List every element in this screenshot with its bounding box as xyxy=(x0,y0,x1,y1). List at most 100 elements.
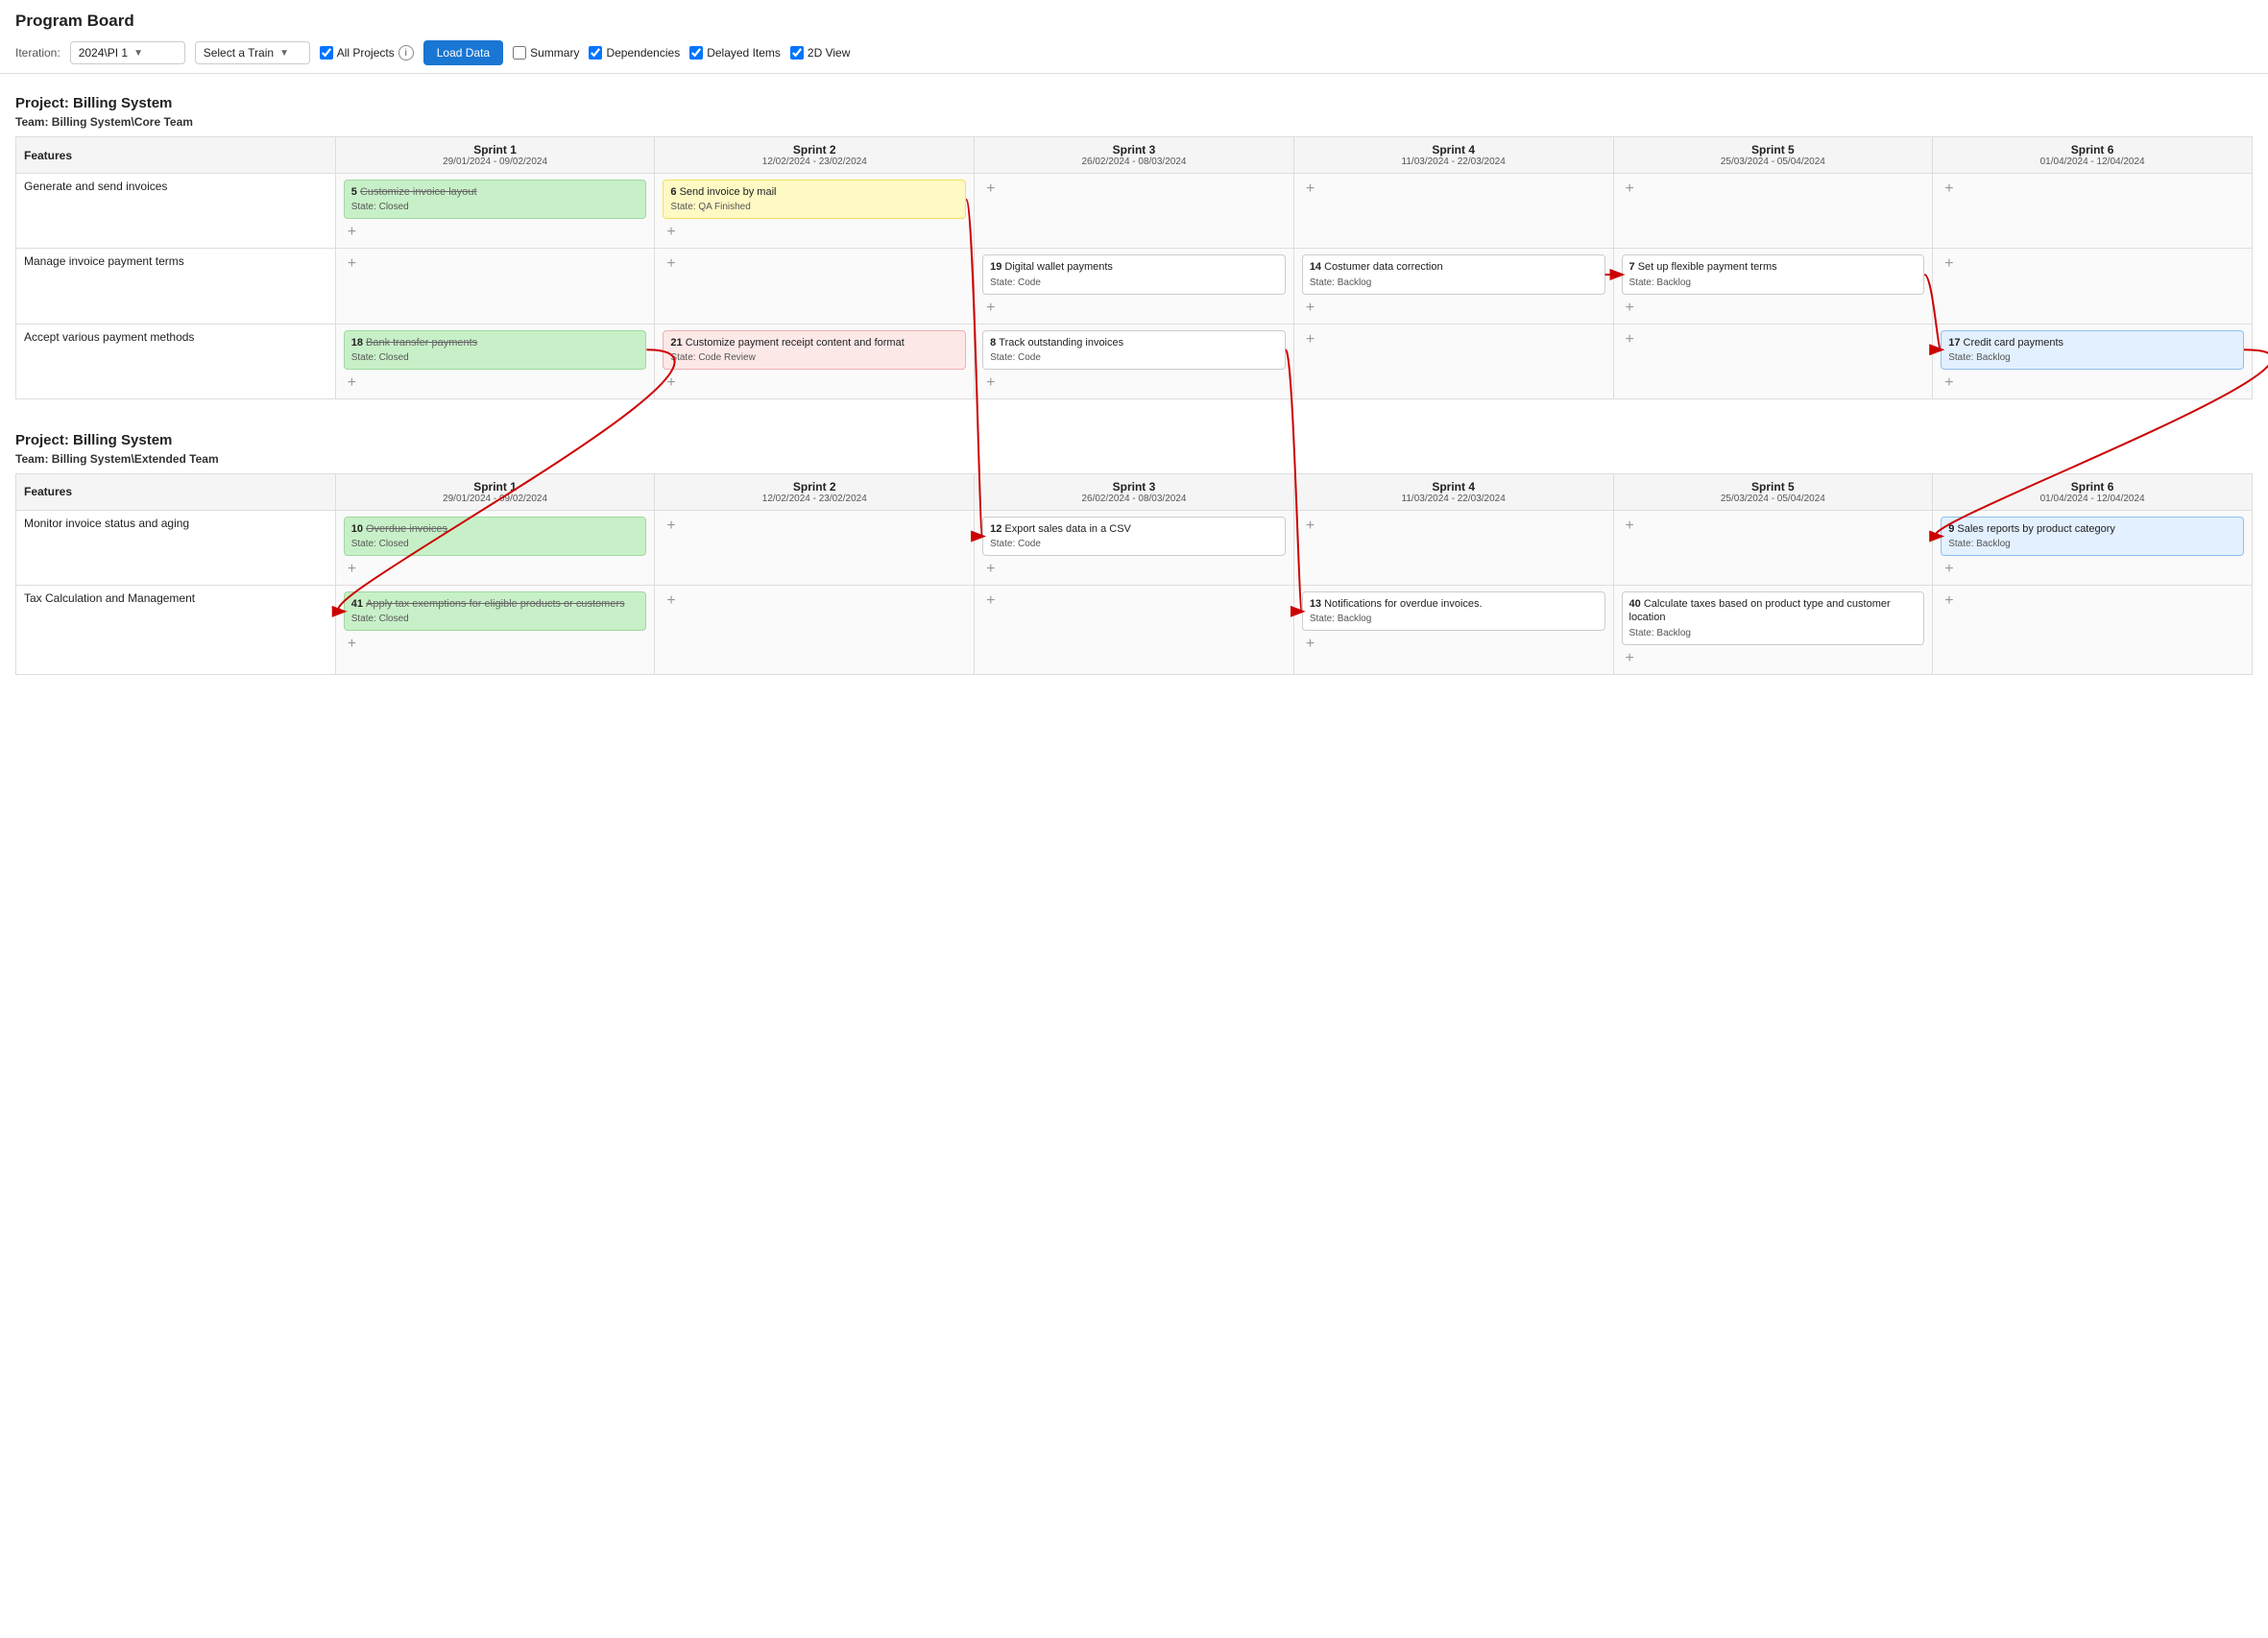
card-10-title: Overdue invoices xyxy=(366,523,447,535)
cell-accept-s1: 18 Bank transfer payments State: Closed … xyxy=(335,324,655,398)
add-card-accept-s2[interactable]: + xyxy=(663,373,679,393)
add-card-monitor-s4[interactable]: + xyxy=(1302,517,1318,536)
train-dropdown[interactable]: Select a Train ▼ xyxy=(195,41,310,64)
add-card-generate-s6[interactable]: + xyxy=(1941,180,1957,199)
add-card-accept-s5[interactable]: + xyxy=(1622,330,1638,349)
card-7[interactable]: 7 Set up flexible payment terms State: B… xyxy=(1622,254,1925,294)
card-19-state: State: Code xyxy=(990,277,1278,289)
cell-accept-s4: + xyxy=(1293,324,1613,398)
card-9-title: Sales reports by product category xyxy=(1957,523,2114,535)
all-projects-checkbox[interactable] xyxy=(320,46,333,60)
all-projects-info-icon[interactable]: i xyxy=(398,45,414,60)
board: Project: Billing System Team: Billing Sy… xyxy=(0,74,2268,687)
add-card-tax-s3[interactable]: + xyxy=(982,591,999,611)
delayed-items-checkbox[interactable] xyxy=(689,46,703,60)
cell-monitor-s1: 10 Overdue invoices State: Closed + xyxy=(335,510,655,585)
dependencies-checkbox-item: Dependencies xyxy=(589,46,680,60)
summary-checkbox[interactable] xyxy=(513,46,526,60)
add-card-manage-s4[interactable]: + xyxy=(1302,299,1318,318)
features-header-2: Features xyxy=(16,473,336,510)
add-card-manage-s3[interactable]: + xyxy=(982,299,999,318)
iteration-dropdown[interactable]: 2024\PI 1 ▼ xyxy=(70,41,185,64)
2d-view-checkbox-item: 2D View xyxy=(790,46,850,60)
add-card-monitor-s2[interactable]: + xyxy=(663,517,679,536)
card-10[interactable]: 10 Overdue invoices State: Closed xyxy=(344,517,647,556)
card-9-state: State: Backlog xyxy=(1948,538,2236,550)
card-13[interactable]: 13 Notifications for overdue invoices. S… xyxy=(1302,591,1605,631)
add-card-manage-s2[interactable]: + xyxy=(663,254,679,274)
p2-sprint-3-header: Sprint 3 26/02/2024 - 08/03/2024 xyxy=(975,473,1294,510)
add-card-manage-s6[interactable]: + xyxy=(1941,254,1957,274)
card-19[interactable]: 19 Digital wallet payments State: Code xyxy=(982,254,1286,294)
card-7-state: State: Backlog xyxy=(1629,277,1918,289)
summary-label: Summary xyxy=(530,46,579,60)
card-9[interactable]: 9 Sales reports by product category Stat… xyxy=(1941,517,2244,556)
card-18-id: 18 xyxy=(351,337,366,349)
cell-tax-s5: 40 Calculate taxes based on product type… xyxy=(1613,586,1933,675)
dependencies-checkbox[interactable] xyxy=(589,46,602,60)
card-21[interactable]: 21 Customize payment receipt content and… xyxy=(663,330,966,370)
cell-manage-s3: 19 Digital wallet payments State: Code + xyxy=(975,249,1294,324)
card-6[interactable]: 6 Send invoice by mail State: QA Finishe… xyxy=(663,180,966,219)
p2-sprint-5-header: Sprint 5 25/03/2024 - 05/04/2024 xyxy=(1613,473,1933,510)
add-card-accept-s3[interactable]: + xyxy=(982,373,999,393)
2d-view-checkbox[interactable] xyxy=(790,46,804,60)
card-18[interactable]: 18 Bank transfer payments State: Closed xyxy=(344,330,647,370)
card-5[interactable]: 5 Customize invoice layout State: Closed xyxy=(344,180,647,219)
cell-monitor-s2: + xyxy=(655,510,975,585)
card-14[interactable]: 14 Costumer data correction State: Backl… xyxy=(1302,254,1605,294)
cell-tax-s6: + xyxy=(1933,586,2253,675)
add-card-accept-s4[interactable]: + xyxy=(1302,330,1318,349)
cell-manage-s4: 14 Costumer data correction State: Backl… xyxy=(1293,249,1613,324)
card-41-title: Apply tax exemptions for eligible produc… xyxy=(366,598,625,610)
add-card-monitor-s3[interactable]: + xyxy=(982,560,999,579)
feature-row-monitor: Monitor invoice status and aging 10 Over… xyxy=(16,510,2253,585)
feature-row-manage: Manage invoice payment terms + + 19 Digi… xyxy=(16,249,2253,324)
p2-sprint-6-header: Sprint 6 01/04/2024 - 12/04/2024 xyxy=(1933,473,2253,510)
card-14-title: Costumer data correction xyxy=(1324,261,1443,273)
card-6-state: State: QA Finished xyxy=(670,201,958,213)
card-41[interactable]: 41 Apply tax exemptions for eligible pro… xyxy=(344,591,647,631)
train-dropdown-arrow: ▼ xyxy=(279,48,289,59)
add-card-accept-s1[interactable]: + xyxy=(344,373,360,393)
cell-accept-s3: 8 Track outstanding invoices State: Code… xyxy=(975,324,1294,398)
card-8-title: Track outstanding invoices xyxy=(999,337,1123,349)
project-1-grid: Features Sprint 1 29/01/2024 - 09/02/202… xyxy=(15,136,2253,399)
cell-manage-s1: + xyxy=(335,249,655,324)
add-card-tax-s5[interactable]: + xyxy=(1622,649,1638,668)
cell-manage-s2: + xyxy=(655,249,975,324)
card-17[interactable]: 17 Credit card payments State: Backlog xyxy=(1941,330,2244,370)
add-card-generate-s2[interactable]: + xyxy=(663,223,679,242)
add-card-manage-s5[interactable]: + xyxy=(1622,299,1638,318)
add-card-generate-s4[interactable]: + xyxy=(1302,180,1318,199)
load-data-button[interactable]: Load Data xyxy=(423,40,503,65)
add-card-monitor-s5[interactable]: + xyxy=(1622,517,1638,536)
card-40-state: State: Backlog xyxy=(1629,627,1918,639)
card-8[interactable]: 8 Track outstanding invoices State: Code xyxy=(982,330,1286,370)
cell-accept-s6: 17 Credit card payments State: Backlog + xyxy=(1933,324,2253,398)
feature-label-manage: Manage invoice payment terms xyxy=(16,249,336,324)
add-card-tax-s2[interactable]: + xyxy=(663,591,679,611)
board-wrapper: Project: Billing System Team: Billing Sy… xyxy=(15,95,2253,675)
add-card-generate-s3[interactable]: + xyxy=(982,180,999,199)
iteration-label: Iteration: xyxy=(15,46,60,60)
train-placeholder: Select a Train xyxy=(204,46,274,60)
add-card-monitor-s1[interactable]: + xyxy=(344,560,360,579)
add-card-generate-s5[interactable]: + xyxy=(1622,180,1638,199)
card-13-title: Notifications for overdue invoices. xyxy=(1324,598,1482,610)
add-card-accept-s6[interactable]: + xyxy=(1941,373,1957,393)
card-21-title: Customize payment receipt content and fo… xyxy=(686,337,905,349)
card-40[interactable]: 40 Calculate taxes based on product type… xyxy=(1622,591,1925,645)
add-card-tax-s1[interactable]: + xyxy=(344,635,360,654)
feature-label-monitor: Monitor invoice status and aging xyxy=(16,510,336,585)
card-12[interactable]: 12 Export sales data in a CSV State: Cod… xyxy=(982,517,1286,556)
feature-row-accept: Accept various payment methods 18 Bank t… xyxy=(16,324,2253,398)
add-card-tax-s4[interactable]: + xyxy=(1302,635,1318,654)
cell-accept-s2: 21 Customize payment receipt content and… xyxy=(655,324,975,398)
add-card-monitor-s6[interactable]: + xyxy=(1941,560,1957,579)
add-card-tax-s6[interactable]: + xyxy=(1941,591,1957,611)
cell-tax-s3: + xyxy=(975,586,1294,675)
card-5-title: Customize invoice layout xyxy=(360,186,477,198)
add-card-manage-s1[interactable]: + xyxy=(344,254,360,274)
add-card-generate-s1[interactable]: + xyxy=(344,223,360,242)
